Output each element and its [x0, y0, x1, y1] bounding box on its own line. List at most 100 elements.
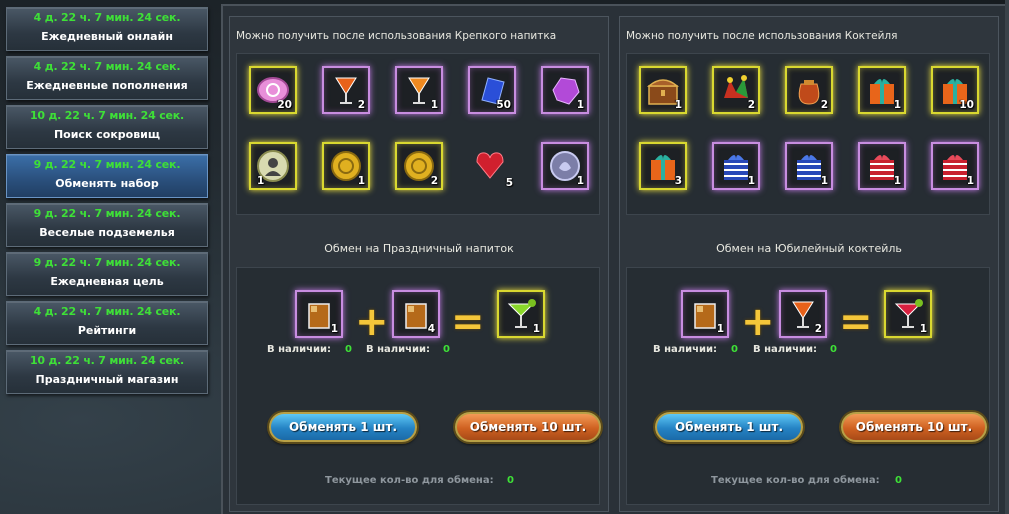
sidebar-item-timer: 4 д. 22 ч. 7 мин. 24 сек. — [33, 11, 181, 24]
item-count: 2 — [814, 323, 822, 335]
reward-slot[interactable]: 10 — [931, 66, 979, 114]
current-exchange-value: 0 — [507, 475, 514, 486]
ingredient-slot[interactable]: 1 — [681, 290, 729, 338]
exchange-title: Обмен на Юбилейный коктейль — [716, 242, 902, 255]
available-label: В наличии: — [753, 344, 817, 355]
sidebar-item-label: Обменять набор — [55, 177, 159, 190]
available-value: 0 — [443, 344, 450, 355]
item-count: 1 — [747, 175, 755, 187]
item-count: 1 — [893, 175, 901, 187]
reward-slot[interactable]: 1 — [785, 142, 833, 190]
available-label: В наличии: — [267, 344, 331, 355]
sidebar-item-timer: 10 д. 22 ч. 7 мин. 24 сек. — [29, 354, 185, 367]
equals-sign: = — [839, 299, 873, 345]
exchange-10-button[interactable]: Обменять 10 шт. — [841, 412, 987, 442]
reward-slot[interactable]: 5 — [468, 142, 516, 190]
reward-slot[interactable]: 1 — [858, 142, 906, 190]
item-count: 1 — [674, 99, 682, 111]
available-value: 0 — [731, 344, 738, 355]
reward-slot[interactable]: 3 — [639, 142, 687, 190]
sidebar-item-label: Ежедневный онлайн — [41, 30, 173, 43]
reward-slot[interactable]: 20 — [249, 66, 297, 114]
panel-title: Можно получить после использования Крепк… — [236, 30, 557, 42]
reward-slot[interactable]: 50 — [468, 66, 516, 114]
reward-slot[interactable]: 2 — [785, 66, 833, 114]
exchange-10-button[interactable]: Обменять 10 шт. — [455, 412, 601, 442]
current-exchange-value: 0 — [895, 475, 902, 486]
reward-slot[interactable]: 1 — [931, 142, 979, 190]
item-count: 2 — [820, 99, 828, 111]
sidebar-item-daily-topups[interactable]: 4 д. 22 ч. 7 мин. 24 сек. Ежедневные поп… — [6, 56, 208, 100]
plus-sign: + — [355, 299, 389, 345]
plus-sign: + — [741, 299, 775, 345]
item-count: 1 — [576, 99, 584, 111]
available-value: 0 — [345, 344, 352, 355]
reward-slot[interactable]: 1 — [249, 142, 297, 190]
sidebar-item-label: Веселые подземелья — [39, 226, 175, 239]
item-count: 20 — [277, 99, 292, 111]
current-exchange-label: Текущее кол-во для обмена: — [325, 475, 494, 486]
exchange-title: Обмен на Праздничный напиток — [324, 242, 514, 255]
sidebar-item-timer: 4 д. 22 ч. 7 мин. 24 сек. — [33, 305, 181, 318]
red-heart-gem-icon — [476, 152, 504, 179]
reward-slot[interactable]: 2 — [322, 66, 370, 114]
exchange-box: 1 + 4 = 1 В наличии: 0 В наличии: 0 Обме… — [236, 267, 601, 505]
reward-slot[interactable]: 1 — [322, 142, 370, 190]
sidebar-item-holiday-shop[interactable]: 10 д. 22 ч. 7 мин. 24 сек. Праздничный м… — [6, 350, 208, 394]
item-count: 1 — [330, 323, 338, 335]
available-label: В наличии: — [366, 344, 430, 355]
result-slot[interactable]: 1 — [497, 290, 545, 338]
reward-slot[interactable]: 1 — [639, 66, 687, 114]
sidebar-item-label: Рейтинги — [77, 324, 137, 337]
panel-title: Можно получить после использования Кокте… — [626, 30, 898, 42]
sidebar-item-timer: 9 д. 22 ч. 7 мин. 24 сек. — [33, 256, 181, 269]
item-count: 1 — [820, 175, 828, 187]
sidebar-item-daily-online[interactable]: 4 д. 22 ч. 7 мин. 24 сек. Ежедневный онл… — [6, 7, 208, 51]
reward-slot[interactable]: 2 — [712, 66, 760, 114]
rewards-grid: 1 2 2 1 10 3 1 1 1 1 — [626, 53, 990, 215]
ingredient-slot[interactable]: 1 — [295, 290, 343, 338]
sidebar-item-fun-dungeons[interactable]: 9 д. 22 ч. 7 мин. 24 сек. Веселые подзем… — [6, 203, 208, 247]
sidebar-item-ratings[interactable]: 4 д. 22 ч. 7 мин. 24 сек. Рейтинги — [6, 301, 208, 345]
exchange-1-button[interactable]: Обменять 1 шт. — [269, 412, 417, 442]
sidebar-item-label: Ежедневные пополнения — [26, 79, 188, 92]
available-value: 0 — [830, 344, 837, 355]
sidebar-item-timer: 4 д. 22 ч. 7 мин. 24 сек. — [33, 60, 181, 73]
item-count: 1 — [966, 175, 974, 187]
reward-slot[interactable]: 2 — [395, 142, 443, 190]
current-exchange-label: Текущее кол-во для обмена: — [711, 475, 880, 486]
item-count: 1 — [430, 99, 438, 111]
exchange-1-button[interactable]: Обменять 1 шт. — [655, 412, 803, 442]
item-count: 5 — [505, 177, 513, 189]
reward-slot[interactable]: 1 — [541, 142, 589, 190]
exchange-box: 1 + 2 = 1 В наличии: 0 В наличии: 0 Обме… — [626, 267, 990, 505]
rewards-grid: 20 2 1 50 1 1 1 2 5 1 — [236, 53, 600, 215]
sidebar-item-timer: 9 д. 22 ч. 7 мин. 24 сек. — [33, 158, 181, 171]
item-count: 2 — [430, 175, 438, 187]
sidebar-item-label: Праздничный магазин — [35, 373, 179, 386]
reward-slot[interactable]: 1 — [541, 66, 589, 114]
sidebar-item-exchange-set[interactable]: 9 д. 22 ч. 7 мин. 24 сек. Обменять набор — [6, 154, 208, 198]
item-count: 1 — [357, 175, 365, 187]
result-slot[interactable]: 1 — [884, 290, 932, 338]
panel-cocktail: Можно получить после использования Кокте… — [619, 16, 999, 512]
equals-sign: = — [451, 299, 485, 345]
item-count: 1 — [919, 323, 927, 335]
item-count: 2 — [357, 99, 365, 111]
item-count: 1 — [257, 175, 265, 187]
reward-slot[interactable]: 1 — [395, 66, 443, 114]
sidebar-item-timer: 9 д. 22 ч. 7 мин. 24 сек. — [33, 207, 181, 220]
ingredient-slot[interactable]: 4 — [392, 290, 440, 338]
reward-slot[interactable]: 1 — [712, 142, 760, 190]
available-label: В наличии: — [653, 344, 717, 355]
window-edge — [1005, 0, 1009, 514]
sidebar-item-treasure-hunt[interactable]: 10 д. 22 ч. 7 мин. 24 сек. Поиск сокрови… — [6, 105, 208, 149]
item-count: 1 — [576, 175, 584, 187]
item-count: 2 — [747, 99, 755, 111]
content-area: Можно получить после использования Крепк… — [221, 4, 1009, 514]
item-count: 1 — [716, 323, 724, 335]
sidebar-item-label: Ежедневная цель — [50, 275, 164, 288]
ingredient-slot[interactable]: 2 — [779, 290, 827, 338]
reward-slot[interactable]: 1 — [858, 66, 906, 114]
sidebar-item-daily-goal[interactable]: 9 д. 22 ч. 7 мин. 24 сек. Ежедневная цел… — [6, 252, 208, 296]
